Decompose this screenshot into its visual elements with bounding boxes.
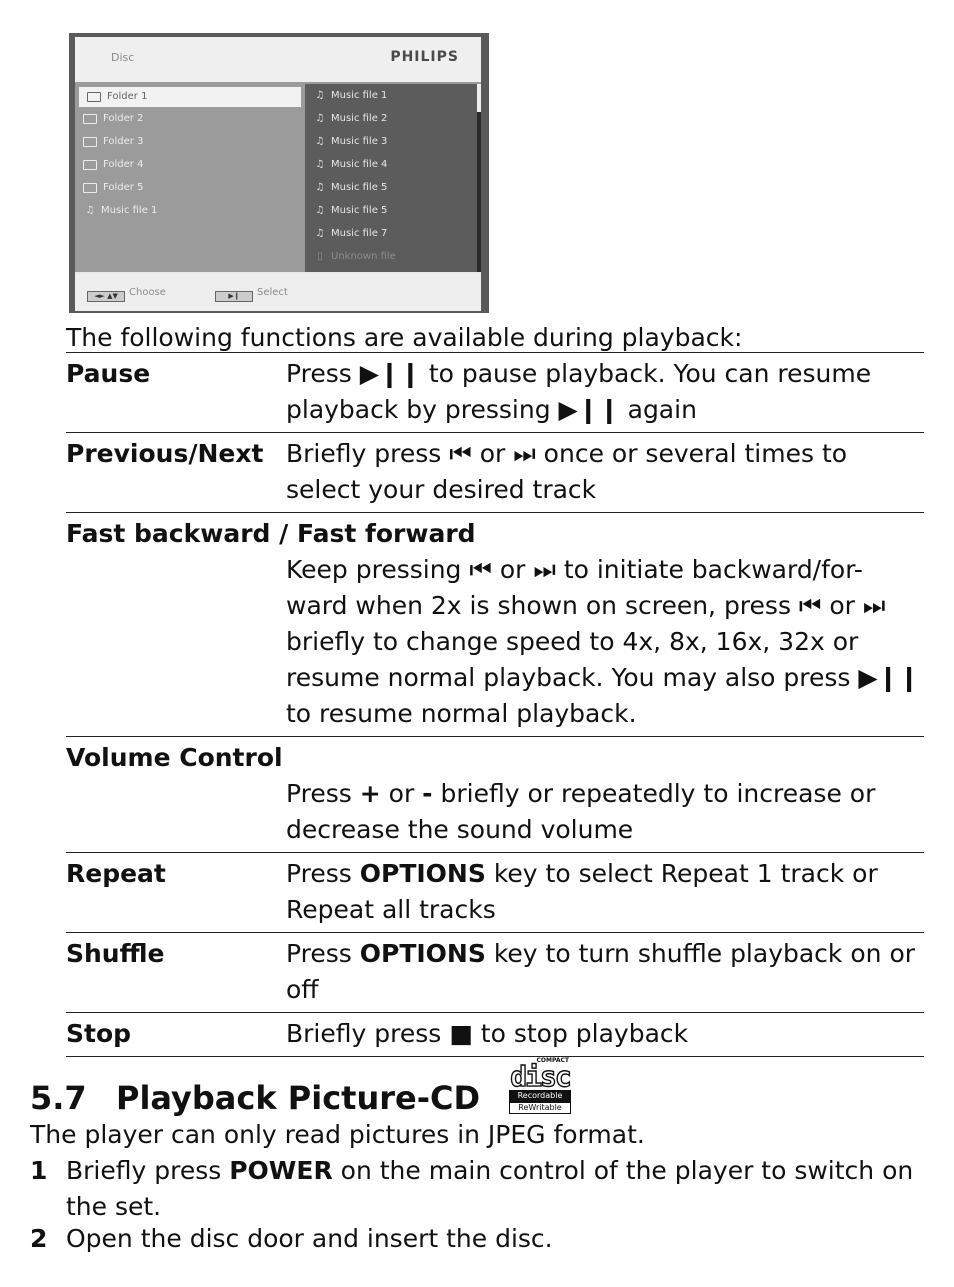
function-row-previous-next: Previous/Next Briefly press ⏮ or ⏭ once … [66, 432, 924, 512]
function-description: Briefly press ⏮ or ⏭ once or several tim… [286, 439, 848, 504]
file-item[interactable]: ♫ Music file 1 [75, 199, 305, 222]
file-item[interactable]: ♫ Music file 5 [305, 176, 481, 199]
stop-icon: ■ [449, 1019, 473, 1048]
choose-hint: Choose [129, 287, 166, 298]
function-description: Briefly press ■ to stop playback [286, 1019, 689, 1048]
screen-frame: Disc PHILIPS Folder 1 Folder 2 Folder 3 … [75, 37, 481, 311]
section-number: 5.7 [30, 1079, 87, 1117]
folder-icon [83, 159, 97, 170]
function-description: Press OPTIONS key to select Repeat 1 tra… [286, 859, 878, 924]
function-term: Fast backward / Fast forward [66, 519, 476, 548]
music-file-icon: ♫ [85, 205, 95, 216]
function-description: Keep pressing ⏮ or ⏭ to initiate backwar… [286, 555, 920, 728]
music-file-icon: ♫ [315, 228, 325, 239]
music-file-icon: ♫ [315, 113, 325, 124]
music-file-icon: ♫ [315, 90, 325, 101]
music-file-icon: ♫ [315, 205, 325, 216]
ui-screenshot: Disc PHILIPS Folder 1 Folder 2 Folder 3 … [69, 33, 489, 313]
file-item[interactable]: ♫ Music file 7 [305, 222, 481, 245]
function-row-repeat: Repeat Press OPTIONS key to select Repea… [66, 852, 924, 932]
function-row-pause: Pause Press ▶❙❙ to pause playback. You c… [66, 352, 924, 432]
play-pause-key-icon: ▶❙ [215, 291, 253, 302]
play-pause-icon: ▶❙❙ [558, 395, 620, 424]
file-item[interactable]: ♫ Music file 1 [305, 84, 481, 107]
function-description: Press ▶❙❙ to pause playback. You can res… [286, 359, 872, 424]
functions-table: Pause Press ▶❙❙ to pause playback. You c… [66, 352, 924, 1057]
select-hint: Select [257, 287, 288, 298]
compact-disc-logo-icon: COMPACT disc Recordable ReWritable [509, 1057, 572, 1114]
music-file-icon: ♫ [315, 136, 325, 147]
previous-icon: ⏮ [449, 439, 472, 468]
plus-key: + [359, 779, 381, 808]
folder-list: Folder 1 Folder 2 Folder 3 Folder 4 Fold… [75, 84, 305, 272]
step-number: 2 [30, 1224, 48, 1253]
music-file-icon: ♫ [315, 182, 325, 193]
file-item[interactable]: ♫ Music file 4 [305, 153, 481, 176]
step-text: Briefly press POWER on the main control … [66, 1156, 914, 1221]
folder-item[interactable]: Folder 3 [75, 130, 305, 153]
previous-icon: ⏮ [798, 591, 822, 620]
folder-icon [83, 113, 97, 124]
section-intro: The player can only read pictures in JPE… [30, 1120, 645, 1149]
function-term: Pause [66, 359, 151, 388]
scrollbar[interactable] [477, 84, 481, 272]
file-item[interactable]: ♫ Music file 5 [305, 199, 481, 222]
section-heading: 5.7 Playback Picture-CD [30, 1078, 480, 1118]
next-icon: ⏭ [533, 555, 556, 584]
previous-icon: ⏮ [469, 555, 492, 584]
screen-header: Disc PHILIPS [75, 37, 481, 84]
function-row-stop: Stop Briefly press ■ to stop playback [66, 1012, 924, 1057]
function-row-fast-search: Fast backward / Fast forward Keep pressi… [66, 512, 924, 736]
step-item: 2 Open the disc door and insert the disc… [30, 1221, 930, 1257]
brand-logo: PHILIPS [390, 49, 459, 65]
navigation-keys-icon: ◄► ▲▼ [87, 291, 125, 302]
folder-item[interactable]: Folder 5 [75, 176, 305, 199]
function-term: Stop [66, 1019, 132, 1048]
file-item[interactable]: ▯ Unknown file [305, 245, 481, 268]
function-term: Shuffle [66, 939, 165, 968]
step-item: 1 Briefly press POWER on the main contro… [30, 1153, 930, 1225]
step-number: 1 [30, 1156, 48, 1185]
folder-open-icon [87, 92, 101, 102]
function-term: Repeat [66, 859, 166, 888]
folder-icon [83, 136, 97, 147]
music-file-icon: ♫ [315, 159, 325, 170]
scrollbar-thumb[interactable] [477, 84, 481, 112]
section-title: Playback Picture-CD [116, 1079, 481, 1117]
folder-item[interactable]: Folder 2 [75, 107, 305, 130]
unknown-file-icon: ▯ [317, 251, 323, 262]
minus-key: - [422, 779, 433, 808]
file-item[interactable]: ♫ Music file 2 [305, 107, 481, 130]
file-item[interactable]: ♫ Music file 3 [305, 130, 481, 153]
function-row-shuffle: Shuffle Press OPTIONS key to turn shuffl… [66, 932, 924, 1012]
screen-footer: ◄► ▲▼ Choose ▶❙ Select [75, 274, 481, 311]
options-key: OPTIONS [359, 859, 486, 888]
file-list: ♫ Music file 1 ♫ Music file 2 ♫ Music file … [305, 84, 481, 272]
folder-icon [83, 182, 97, 193]
power-key: POWER [229, 1156, 333, 1185]
functions-intro: The following functions are available du… [66, 323, 743, 352]
options-key: OPTIONS [359, 939, 486, 968]
folder-item[interactable]: Folder 1 [79, 87, 301, 107]
step-text: Open the disc door and insert the disc. [66, 1224, 553, 1253]
next-icon: ⏭ [513, 439, 536, 468]
play-pause-icon: ▶❙❙ [858, 663, 920, 692]
function-term: Previous/Next [66, 439, 264, 468]
next-icon: ⏭ [862, 591, 886, 620]
folder-item[interactable]: Folder 4 [75, 153, 305, 176]
function-description: Press OPTIONS key to turn shuffle playba… [286, 939, 916, 1004]
screen-title: Disc [111, 51, 135, 64]
function-row-volume: Volume Control Press + or - briefly or r… [66, 736, 924, 852]
function-description: Press + or - briefly or repeatedly to in… [286, 779, 876, 844]
play-pause-icon: ▶❙❙ [359, 359, 421, 388]
function-term: Volume Control [66, 743, 283, 772]
